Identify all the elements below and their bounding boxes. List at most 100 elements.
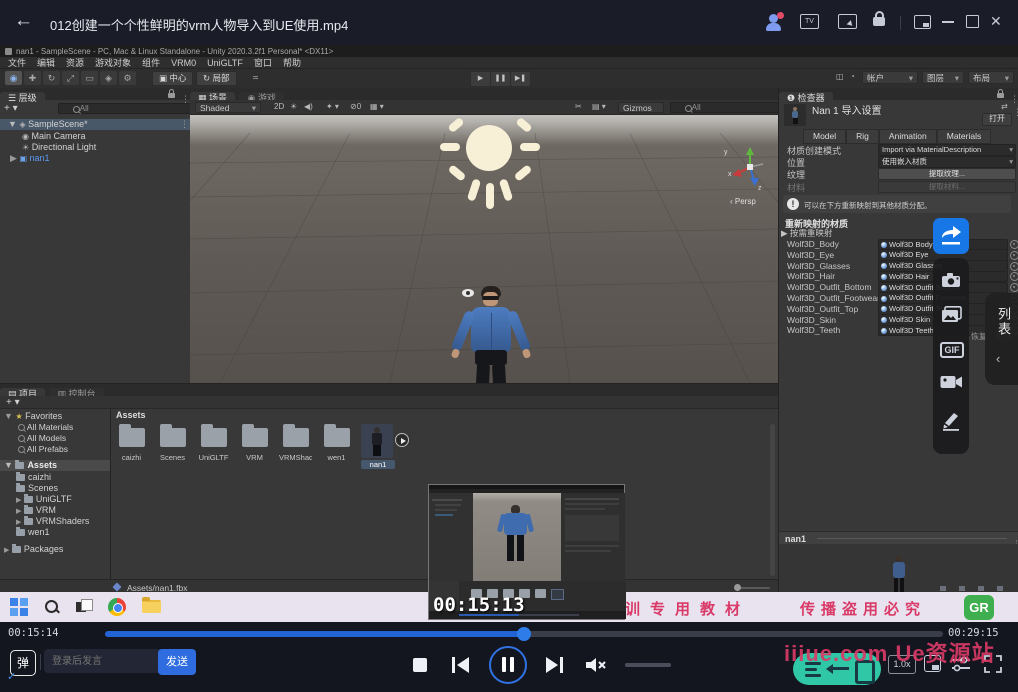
object-picker-icon[interactable] <box>1010 240 1018 249</box>
asset-folder-tile[interactable]: UniGLTF <box>197 424 230 462</box>
import-tab[interactable]: Animation <box>879 129 937 144</box>
snap-icon[interactable]: ≍ <box>252 73 259 82</box>
assets-root-row[interactable]: ▼ Assets <box>0 460 110 471</box>
gif-icon[interactable]: GIF <box>940 342 964 358</box>
hierarchy-add-button[interactable]: + ▾ <box>4 103 18 114</box>
inspector-lock-icon[interactable] <box>997 93 1004 98</box>
rect-tool-icon[interactable]: ▭ <box>81 71 98 85</box>
hierarchy-lock-icon[interactable] <box>168 93 175 98</box>
share-button[interactable] <box>933 218 969 254</box>
scene-search-input[interactable]: All <box>670 102 784 113</box>
asset-folder-tile[interactable]: Scenes <box>156 424 189 462</box>
inspector-header-menu-icon[interactable] <box>1013 102 1018 120</box>
status-icon[interactable] <box>978 586 984 591</box>
hierarchy-row-model[interactable]: ▶ ▣ nan1 <box>10 153 50 164</box>
location-dropdown[interactable]: 使用嵌入材质 <box>878 156 1016 168</box>
taskbar-search-icon[interactable] <box>44 599 60 615</box>
tree-folder-row[interactable]: caizhi <box>16 472 89 483</box>
import-tab[interactable]: Materials <box>937 129 991 144</box>
open-button[interactable]: 打开 <box>982 113 1012 126</box>
layers-dropdown[interactable]: 图层 <box>922 71 964 84</box>
tree-folder-row[interactable]: ▶ VRM <box>16 505 89 516</box>
object-picker-icon[interactable] <box>1010 251 1018 260</box>
close-button[interactable]: ✕ <box>990 13 1002 30</box>
grid-dropdown-icon[interactable]: ▦ ▾ <box>370 102 384 111</box>
import-tab[interactable]: Model <box>803 129 846 144</box>
material-creation-dropdown[interactable]: Import via MaterialDescription <box>878 144 1016 156</box>
menu-item[interactable]: VRM0 <box>171 58 196 68</box>
tool-settings-icon[interactable]: ✂ <box>575 102 582 111</box>
asset-play-badge[interactable] <box>395 433 409 447</box>
favorites-row[interactable]: ▼ ★ Favorites <box>4 411 62 422</box>
effects-dropdown-icon[interactable]: ✦ ▾ <box>326 102 339 111</box>
back-icon[interactable]: ← <box>14 10 33 32</box>
lighting-toggle-icon[interactable]: ☀ <box>290 102 297 111</box>
menu-item[interactable]: 编辑 <box>37 56 55 69</box>
menu-item[interactable]: 帮助 <box>283 56 301 69</box>
shading-mode-dropdown[interactable]: Shaded <box>195 102 261 113</box>
persp-label[interactable]: ‹ Persp <box>730 197 756 206</box>
send-button[interactable]: 发送 <box>158 649 196 675</box>
favorite-item[interactable]: All Materials <box>18 422 73 433</box>
volume-slider[interactable] <box>625 663 671 667</box>
directional-light-gizmo[interactable] <box>440 115 540 207</box>
audio-toggle-icon[interactable]: ◀) <box>304 102 313 111</box>
mini-player-icon[interactable] <box>914 15 931 29</box>
extract-materials-button[interactable]: 提取材料... <box>878 181 1016 193</box>
maximize-button[interactable] <box>966 15 979 28</box>
space-toggle-button[interactable]: ↻ 局部 <box>196 71 237 86</box>
hierarchy-row-scene[interactable]: ▼ ◈ SampleScene* <box>0 119 190 130</box>
status-icon[interactable] <box>959 586 965 591</box>
extract-textures-button[interactable]: 提取纹理... <box>878 168 1016 180</box>
menu-item[interactable]: 文件 <box>8 56 26 69</box>
object-picker-icon[interactable] <box>1010 283 1018 292</box>
step-button-unity[interactable]: ▶❚ <box>510 71 531 87</box>
start-button-icon[interactable] <box>10 598 28 616</box>
asset-folder-tile[interactable]: wen1 <box>320 424 353 462</box>
file-explorer-icon[interactable] <box>142 600 161 613</box>
gizmos-dropdown[interactable]: Gizmos <box>618 102 664 113</box>
character-model[interactable] <box>452 283 532 383</box>
status-icon[interactable] <box>940 586 946 591</box>
stop-button[interactable] <box>413 658 427 672</box>
services-icon[interactable]: ◔ <box>850 72 855 81</box>
eye-gizmo-icon[interactable] <box>462 289 474 297</box>
custom-tool-icon[interactable]: ⚙ <box>119 71 136 85</box>
tree-folder-row[interactable]: Scenes <box>16 483 89 494</box>
chat-input[interactable] <box>44 649 162 673</box>
favorite-item[interactable]: All Prefabs <box>18 444 73 455</box>
tree-folder-row[interactable]: wen1 <box>16 527 89 538</box>
asset-folder-tile[interactable]: VRM <box>238 424 271 462</box>
orientation-gizmo[interactable] <box>730 147 770 191</box>
account-dropdown[interactable]: 帐户 <box>862 71 918 84</box>
next-button[interactable] <box>546 657 563 673</box>
pivot-toggle-button[interactable]: ▣ 中心 <box>152 71 193 86</box>
tree-folder-row[interactable]: ▶ UniGLTF <box>16 494 89 505</box>
scale-tool-icon[interactable]: ⤢ <box>62 71 79 85</box>
seek-thumb[interactable] <box>517 627 531 641</box>
screenshot-camera-icon[interactable] <box>941 272 962 288</box>
import-tab[interactable]: Rig <box>846 129 879 144</box>
project-add-button[interactable]: + ▾ <box>6 397 20 408</box>
hidden-objects-icon[interactable]: ⊘0 <box>350 102 361 111</box>
layout-dropdown[interactable]: 布局 <box>968 71 1014 84</box>
object-picker-icon[interactable] <box>1010 262 1018 271</box>
favorite-item[interactable]: All Models <box>18 433 73 444</box>
project-scrollbar[interactable] <box>770 424 775 576</box>
hierarchy-row-light[interactable]: ☀ Directional Light <box>22 142 96 153</box>
slider-knob[interactable] <box>734 584 741 591</box>
menu-item[interactable]: 游戏对象 <box>95 56 131 69</box>
pause-button-unity[interactable]: ❚❚ <box>490 71 511 87</box>
mute-button[interactable] <box>586 657 608 673</box>
play-pause-button[interactable] <box>489 646 527 684</box>
status-icon[interactable] <box>997 586 1003 591</box>
hierarchy-search-input[interactable]: All <box>58 103 196 114</box>
chrome-icon[interactable] <box>108 598 126 616</box>
menu-item[interactable]: 组件 <box>142 56 160 69</box>
hierarchy-row-camera[interactable]: ◉ Main Camera <box>22 131 86 142</box>
account-avatar-icon[interactable] <box>764 12 784 32</box>
view-tool-icon[interactable]: ◉ <box>5 71 22 85</box>
asset-folder-tile[interactable]: caizhi <box>115 424 148 462</box>
packages-row[interactable]: ▶ Packages <box>4 544 63 555</box>
object-picker-icon[interactable] <box>1010 272 1018 281</box>
